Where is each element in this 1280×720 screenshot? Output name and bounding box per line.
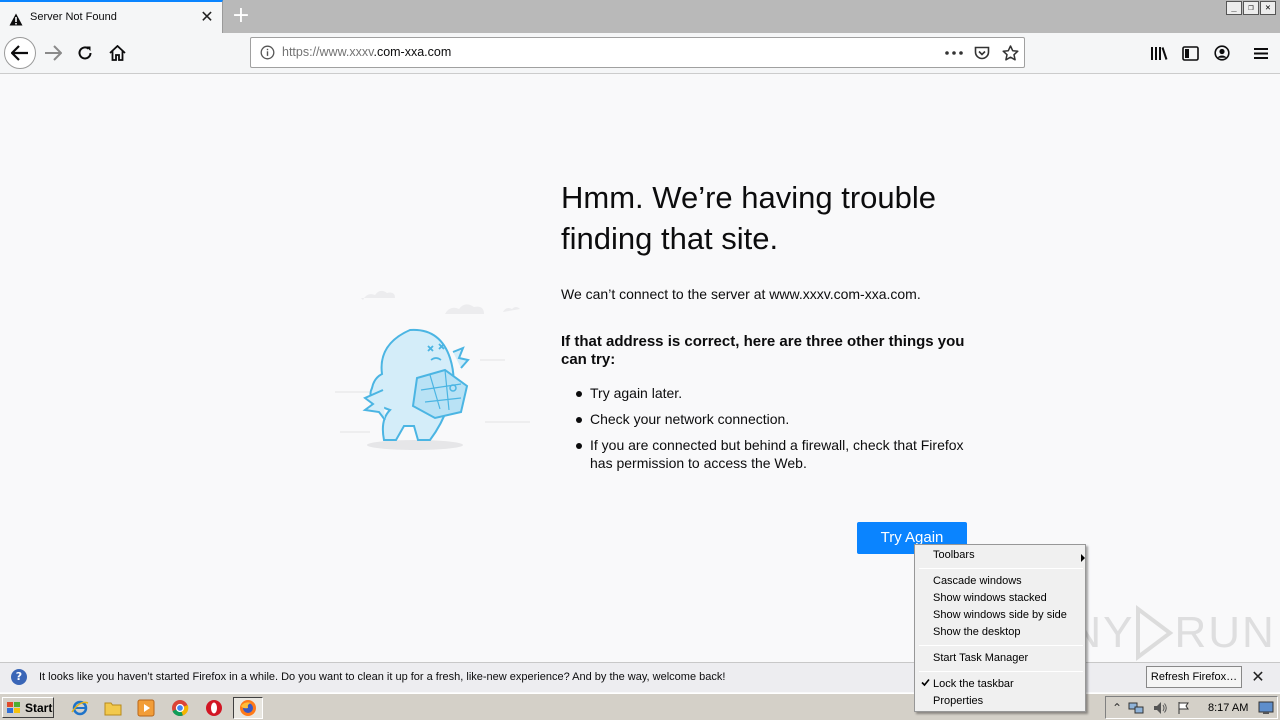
forward-button[interactable]	[37, 37, 69, 69]
menu-item-task-manager[interactable]: Start Task Manager	[933, 652, 1028, 664]
tab-close-icon[interactable]: ✕	[199, 9, 215, 25]
tab-strip: Server Not Found ✕ + _ ❐ ✕	[0, 0, 1280, 33]
play-logo-icon	[1136, 605, 1174, 661]
minimize-button[interactable]: _	[1226, 1, 1242, 15]
start-label: Start	[25, 700, 53, 715]
menu-item-label: Toolbars	[933, 549, 975, 561]
menu-item-toolbars[interactable]: Toolbars	[933, 549, 1085, 562]
menu-item-lock-taskbar[interactable]: Lock the taskbar	[933, 678, 1014, 690]
screen: Server Not Found ✕ + _ ❐ ✕ https://www.x…	[0, 0, 1280, 720]
error-description: We can’t connect to the server at www.xx…	[561, 286, 921, 302]
back-button[interactable]	[4, 37, 36, 69]
suggestions-list: Try again later. Check your network conn…	[576, 384, 966, 480]
volume-icon[interactable]	[1152, 700, 1168, 716]
restore-button[interactable]: ❐	[1243, 1, 1259, 15]
menu-item-properties[interactable]: Properties	[933, 695, 983, 707]
folder-icon[interactable]	[103, 698, 123, 718]
sidebar-button[interactable]	[1174, 37, 1206, 69]
menu-item-show-desktop[interactable]: Show the desktop	[933, 626, 1020, 638]
library-button[interactable]	[1143, 37, 1175, 69]
suggestions-heading: If that address is correct, here are thr…	[561, 333, 965, 368]
taskbar-context-menu: Toolbars Cascade windows Show windows st…	[914, 544, 1086, 712]
clock[interactable]: 8:17 AM	[1208, 702, 1248, 714]
reload-button[interactable]	[69, 37, 101, 69]
submenu-arrow-icon	[1081, 554, 1085, 562]
menu-separator	[919, 671, 1083, 672]
refresh-firefox-button[interactable]: Refresh Firefox…	[1146, 666, 1242, 688]
close-window-button[interactable]: ✕	[1260, 1, 1276, 15]
tab-title: Server Not Found	[30, 11, 117, 23]
network-icon[interactable]	[1128, 700, 1144, 716]
url-text[interactable]: https://www.xxxv.com-xxa.com	[282, 45, 451, 59]
error-page: Hmm. We’re having trouble finding that s…	[0, 75, 1280, 662]
notification-bar: ? It looks like you haven’t started Fire…	[0, 662, 1280, 692]
menu-item-show-windows-stacked[interactable]: Show windows stacked	[933, 592, 1047, 604]
suggestion-item: Try again later.	[576, 384, 966, 402]
account-icon	[1214, 45, 1230, 61]
menu-button[interactable]	[1245, 37, 1277, 69]
library-icon	[1151, 46, 1168, 60]
back-arrow-icon	[11, 45, 28, 61]
question-icon: ?	[11, 669, 27, 685]
pocket-icon[interactable]	[972, 43, 992, 63]
firefox-icon[interactable]	[233, 697, 263, 719]
sidebar-icon	[1181, 45, 1199, 61]
tab-server-not-found[interactable]: Server Not Found ✕	[0, 0, 223, 33]
reload-icon	[78, 46, 92, 60]
action-center-flag-icon[interactable]	[1176, 700, 1192, 716]
url-bar[interactable]: https://www.xxxv.com-xxa.com	[250, 37, 1025, 68]
new-tab-button[interactable]: +	[228, 3, 254, 29]
url-prefix: https://www.	[282, 45, 350, 59]
opera-icon[interactable]	[204, 698, 224, 718]
menu-item-show-windows-side-by-side[interactable]: Show windows side by side	[933, 609, 1067, 621]
url-subdomain: xxxv	[349, 45, 374, 59]
watermark-text-right: RUN	[1174, 608, 1276, 657]
page-actions-icon[interactable]	[944, 43, 964, 63]
info-icon[interactable]	[260, 45, 275, 64]
menu-item-cascade-windows[interactable]: Cascade windows	[933, 575, 1022, 587]
hamburger-icon	[1254, 47, 1268, 59]
notification-close-icon[interactable]: ✕	[1250, 668, 1266, 686]
windows-logo-icon	[7, 701, 20, 713]
home-icon	[108, 45, 126, 61]
chrome-icon[interactable]	[170, 698, 190, 718]
bookmark-star-icon[interactable]	[1000, 43, 1020, 63]
home-button[interactable]	[101, 37, 133, 69]
show-desktop-icon[interactable]	[1258, 700, 1274, 716]
suggestion-item: Check your network connection.	[576, 410, 966, 428]
error-title: Hmm. We’re having trouble finding that s…	[561, 180, 937, 256]
menu-separator	[919, 568, 1083, 569]
forward-arrow-icon	[45, 45, 62, 61]
checkmark-icon	[921, 678, 930, 690]
notification-text: It looks like you haven’t started Firefo…	[39, 671, 726, 683]
warning-icon	[9, 11, 23, 30]
system-tray: ⌃ 8:17 AM	[1105, 696, 1278, 719]
url-domain: .com-xxa.com	[373, 45, 452, 59]
start-button[interactable]: Start	[2, 697, 54, 718]
menu-separator	[919, 645, 1083, 646]
taskbar: Start ⌃ 8:17 AM	[0, 693, 1280, 720]
show-hidden-icons[interactable]: ⌃	[1109, 700, 1125, 716]
internet-explorer-icon[interactable]	[70, 698, 90, 718]
nav-toolbar: https://www.xxxv.com-xxa.com	[0, 33, 1280, 74]
media-player-icon[interactable]	[136, 698, 156, 718]
account-button[interactable]	[1206, 37, 1238, 69]
window-controls: _ ❐ ✕	[1226, 1, 1276, 15]
suggestion-item: If you are connected but behind a firewa…	[576, 436, 966, 472]
dinosaur-illustration	[335, 280, 535, 459]
